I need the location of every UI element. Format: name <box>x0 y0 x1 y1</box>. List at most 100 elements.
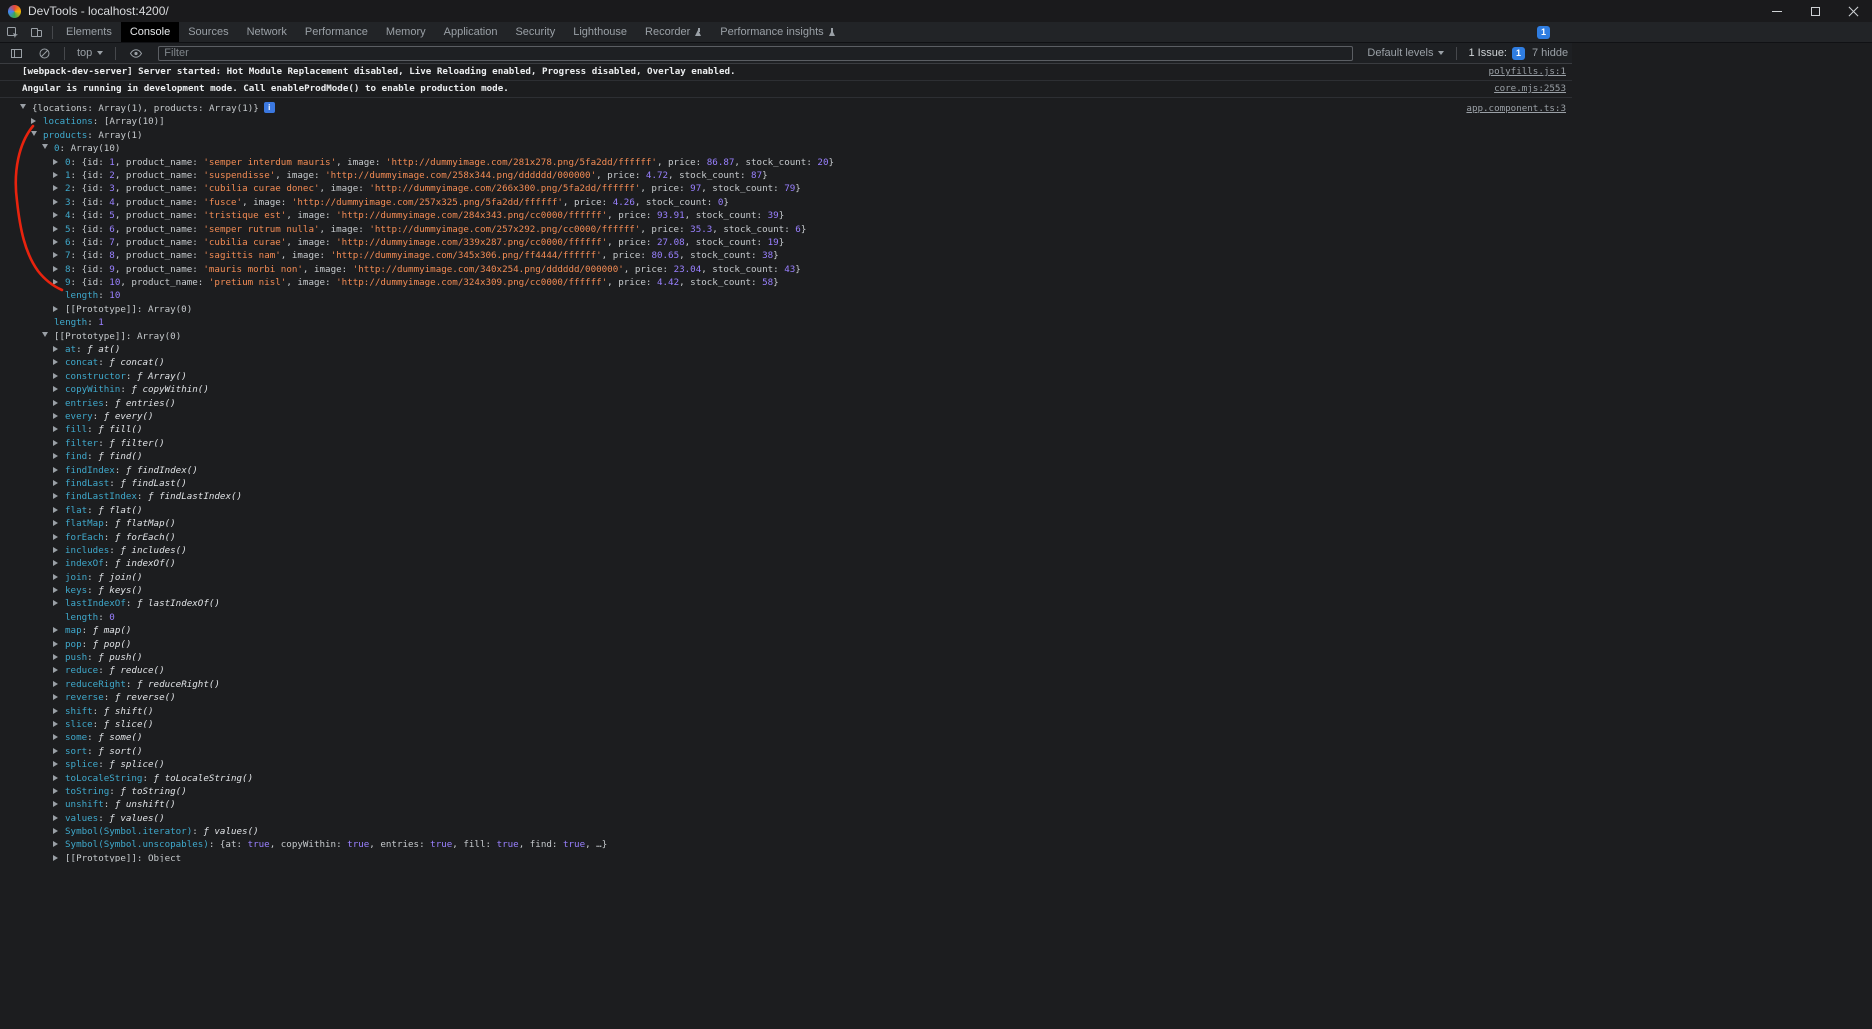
tree-row[interactable]: 2: {id: 3, product_name: 'cubilia curae … <box>0 182 1572 195</box>
tab-performance-insights[interactable]: Performance insights <box>711 22 844 42</box>
tree-row[interactable]: shift: ƒ shift() <box>0 705 1572 718</box>
tree-row[interactable]: lastIndexOf: ƒ lastIndexOf() <box>0 597 1572 610</box>
disclosure-triangle-icon[interactable] <box>53 196 63 209</box>
disclosure-triangle-icon[interactable] <box>53 557 63 570</box>
disclosure-triangle-icon[interactable] <box>53 383 63 396</box>
info-icon[interactable]: i <box>263 102 275 113</box>
inspect-icon[interactable] <box>0 22 24 42</box>
disclosure-triangle-icon[interactable] <box>53 531 63 544</box>
tree-row[interactable]: keys: ƒ keys() <box>0 584 1572 597</box>
disclosure-triangle-icon[interactable] <box>42 330 52 343</box>
disclosure-triangle-icon[interactable] <box>53 718 63 731</box>
tree-row[interactable]: 7: {id: 8, product_name: 'sagittis nam',… <box>0 249 1572 262</box>
disclosure-triangle-icon[interactable] <box>53 664 63 677</box>
disclosure-triangle-icon[interactable] <box>53 236 63 249</box>
console-sidebar-toggle-icon[interactable] <box>4 47 28 60</box>
disclosure-triangle-icon[interactable] <box>53 450 63 463</box>
disclosure-triangle-icon[interactable] <box>53 785 63 798</box>
disclosure-triangle-icon[interactable] <box>53 772 63 785</box>
disclosure-triangle-icon[interactable] <box>53 182 63 195</box>
tree-row[interactable]: concat: ƒ concat() <box>0 356 1572 369</box>
tree-row[interactable]: toString: ƒ toString() <box>0 785 1572 798</box>
filter-input[interactable] <box>158 45 1354 61</box>
tree-row[interactable]: find: ƒ find() <box>0 450 1572 463</box>
disclosure-triangle-icon[interactable] <box>42 142 52 155</box>
tab-application[interactable]: Application <box>435 22 507 42</box>
tree-row[interactable]: reduce: ƒ reduce() <box>0 664 1572 677</box>
tree-row[interactable]: locations: [Array(10)] <box>0 115 1572 128</box>
tab-recorder[interactable]: Recorder <box>636 22 711 42</box>
disclosure-triangle-icon[interactable] <box>53 303 63 316</box>
disclosure-triangle-icon[interactable] <box>53 263 63 276</box>
tree-row[interactable]: 4: {id: 5, product_name: 'tristique est'… <box>0 209 1572 222</box>
tree-row[interactable]: Symbol(Symbol.iterator): ƒ values() <box>0 825 1572 838</box>
tree-row[interactable]: 9: {id: 10, product_name: 'pretium nisl'… <box>0 276 1572 289</box>
disclosure-triangle-icon[interactable] <box>53 838 63 851</box>
live-expression-eye-icon[interactable] <box>124 47 148 60</box>
tree-row[interactable]: Symbol(Symbol.unscopables): {at: true, c… <box>0 838 1572 851</box>
disclosure-triangle-icon[interactable] <box>53 678 63 691</box>
tree-row[interactable]: every: ƒ every() <box>0 410 1572 423</box>
issues-count-badge[interactable]: 1 <box>1537 26 1550 39</box>
disclosure-triangle-icon[interactable] <box>53 504 63 517</box>
tree-row[interactable]: findLastIndex: ƒ findLastIndex() <box>0 490 1572 503</box>
disclosure-triangle-icon[interactable] <box>20 102 30 115</box>
disclosure-triangle-icon[interactable] <box>53 624 63 637</box>
disclosure-triangle-icon[interactable] <box>53 343 63 356</box>
disclosure-triangle-icon[interactable] <box>53 370 63 383</box>
tree-row[interactable]: push: ƒ push() <box>0 651 1572 664</box>
hidden-messages-count[interactable]: 7 hidden <box>1532 47 1568 59</box>
disclosure-triangle-icon[interactable] <box>53 731 63 744</box>
disclosure-triangle-icon[interactable] <box>53 638 63 651</box>
tree-row[interactable]: products: Array(1) <box>0 129 1572 142</box>
disclosure-triangle-icon[interactable] <box>53 490 63 503</box>
tree-row[interactable]: 1: {id: 2, product_name: 'suspendisse', … <box>0 169 1572 182</box>
tree-row[interactable]: at: ƒ at() <box>0 343 1572 356</box>
disclosure-triangle-icon[interactable] <box>53 423 63 436</box>
tree-row[interactable]: reverse: ƒ reverse() <box>0 691 1572 704</box>
tree-row[interactable]: [[Prototype]]: Array(0) <box>0 303 1572 316</box>
disclosure-triangle-icon[interactable] <box>53 437 63 450</box>
disclosure-triangle-icon[interactable] <box>53 276 63 289</box>
source-link[interactable]: polyfills.js:1 <box>1489 66 1566 78</box>
tree-row[interactable]: findIndex: ƒ findIndex() <box>0 464 1572 477</box>
tree-row[interactable]: 3: {id: 4, product_name: 'fusce', image:… <box>0 196 1572 209</box>
tree-row[interactable]: flatMap: ƒ flatMap() <box>0 517 1572 530</box>
disclosure-triangle-icon[interactable] <box>53 209 63 222</box>
tree-row[interactable]: slice: ƒ slice() <box>0 718 1572 731</box>
tab-performance[interactable]: Performance <box>296 22 377 42</box>
disclosure-triangle-icon[interactable] <box>53 651 63 664</box>
source-link[interactable]: core.mjs:2553 <box>1494 83 1566 95</box>
tree-row[interactable]: 0: {id: 1, product_name: 'semper interdu… <box>0 156 1572 169</box>
disclosure-triangle-icon[interactable] <box>53 544 63 557</box>
tree-row[interactable]: findLast: ƒ findLast() <box>0 477 1572 490</box>
tree-row[interactable]: [[Prototype]]: Object <box>0 852 1572 862</box>
tab-console[interactable]: Console <box>120 22 180 42</box>
tree-row[interactable]: indexOf: ƒ indexOf() <box>0 557 1572 570</box>
disclosure-triangle-icon[interactable] <box>53 464 63 477</box>
disclosure-triangle-icon[interactable] <box>53 477 63 490</box>
clear-console-icon[interactable] <box>32 47 56 60</box>
tree-row[interactable]: sort: ƒ sort() <box>0 745 1572 758</box>
tree-row[interactable]: 6: {id: 7, product_name: 'cubilia curae'… <box>0 236 1572 249</box>
maximize-button[interactable] <box>1796 0 1834 22</box>
disclosure-triangle-icon[interactable] <box>53 852 63 862</box>
disclosure-triangle-icon[interactable] <box>53 517 63 530</box>
tree-row[interactable]: join: ƒ join() <box>0 571 1572 584</box>
tree-row[interactable]: unshift: ƒ unshift() <box>0 798 1572 811</box>
device-toolbar-icon[interactable] <box>24 22 48 42</box>
disclosure-triangle-icon[interactable] <box>53 249 63 262</box>
tree-row[interactable]: forEach: ƒ forEach() <box>0 531 1572 544</box>
tree-row[interactable]: reduceRight: ƒ reduceRight() <box>0 678 1572 691</box>
disclosure-triangle-icon[interactable] <box>53 156 63 169</box>
tree-row[interactable]: entries: ƒ entries() <box>0 397 1572 410</box>
disclosure-triangle-icon[interactable] <box>53 691 63 704</box>
tab-security[interactable]: Security <box>506 22 564 42</box>
tree-row[interactable]: splice: ƒ splice() <box>0 758 1572 771</box>
disclosure-triangle-icon[interactable] <box>31 115 41 128</box>
minimize-button[interactable] <box>1758 0 1796 22</box>
tree-row[interactable]: {locations: Array(1), products: Array(1)… <box>0 102 1572 115</box>
tree-row[interactable]: flat: ƒ flat() <box>0 504 1572 517</box>
tree-row[interactable]: some: ƒ some() <box>0 731 1572 744</box>
tree-row[interactable]: constructor: ƒ Array() <box>0 370 1572 383</box>
